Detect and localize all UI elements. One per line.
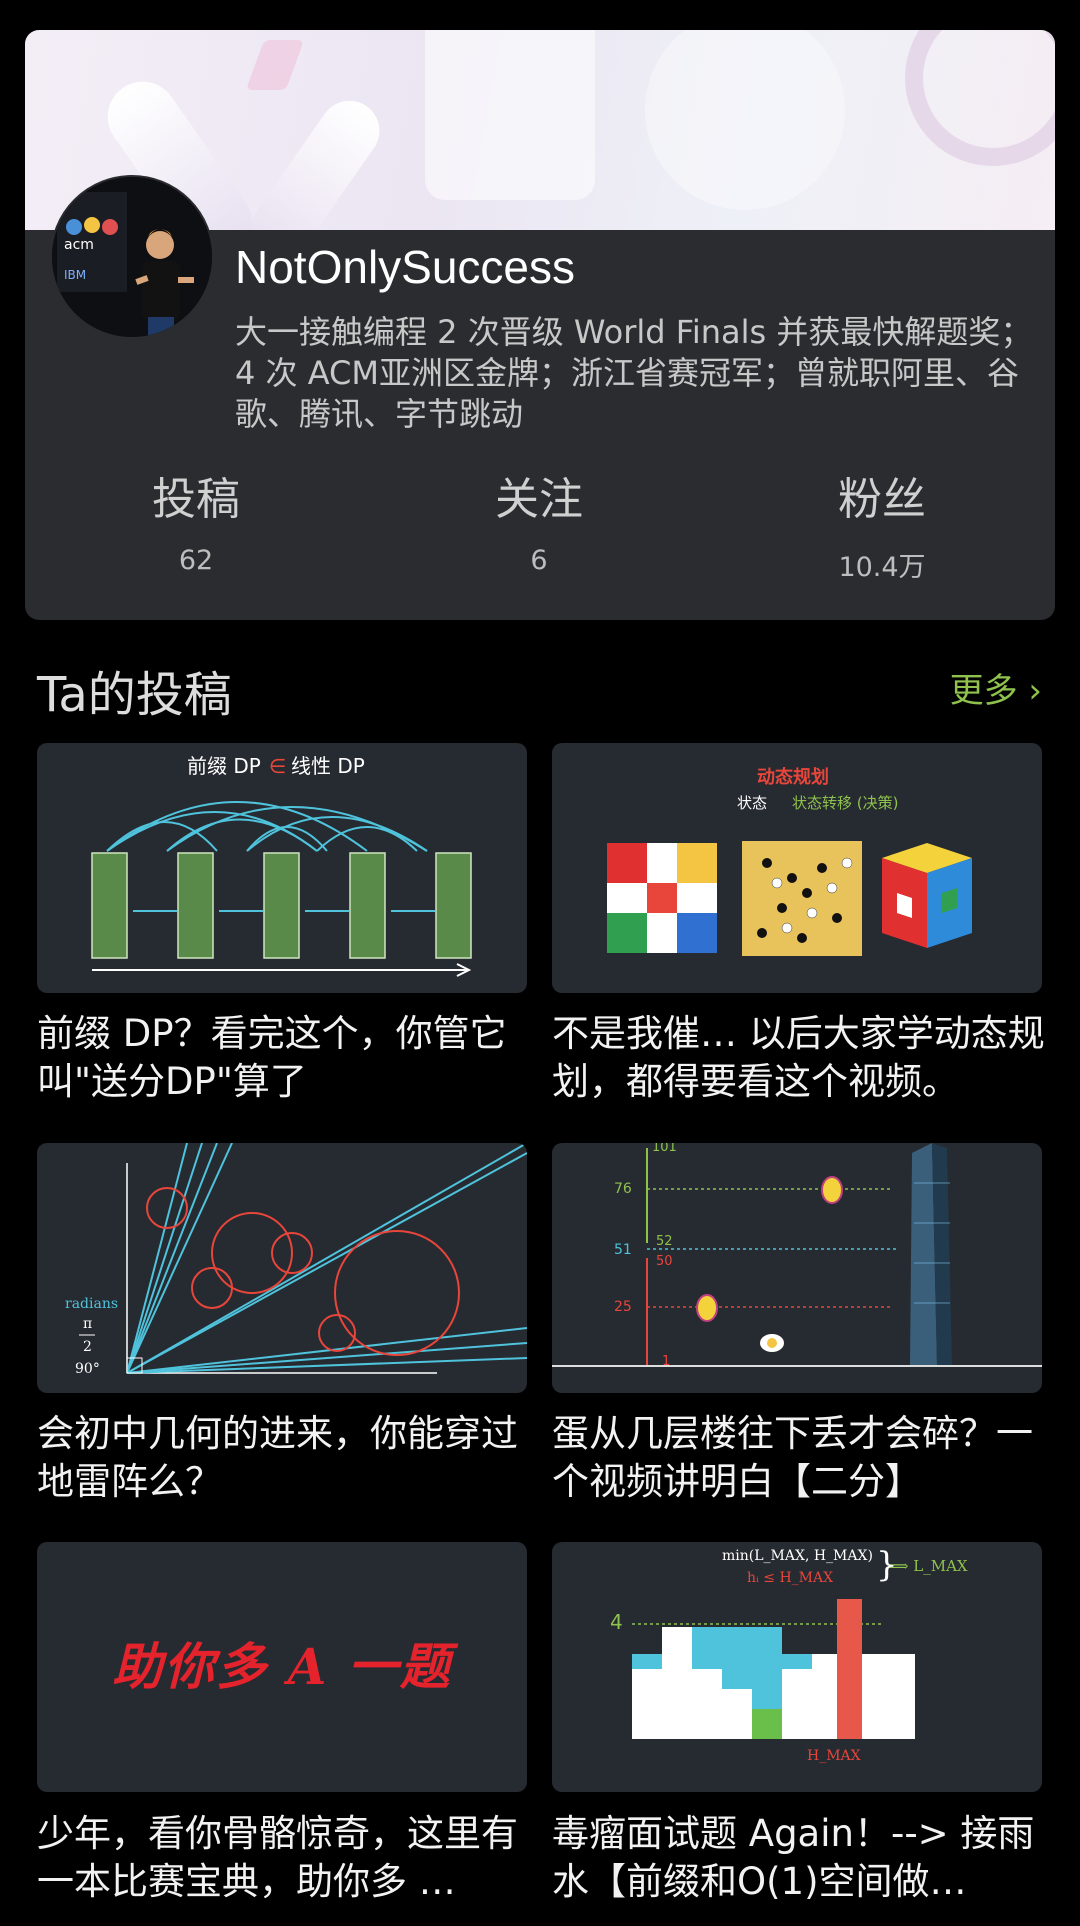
stat-following[interactable]: 关注 6 [439,463,639,576]
svg-text:50: 50 [656,1254,673,1269]
svg-text:状态转移 (决策): 状态转移 (决策) [792,794,898,812]
stat-posts-label: 投稿 [152,474,240,525]
stat-following-value: 6 [530,545,548,576]
stat-following-label: 关注 [495,474,583,525]
video-thumbnail[interactable]: min(L_MAX, H_MAX) hᵢ ≤ H_MAX ⟹ L_MAX } 4 [552,1542,1042,1792]
video-thumbnail[interactable]: 前缀 DP ∈ 线性 DP [37,743,527,993]
svg-text:2: 2 [83,1339,92,1355]
svg-text:radians: radians [65,1296,118,1312]
svg-text:∈: ∈ [269,754,286,778]
svg-text:acm: acm [64,237,94,253]
svg-text:IBM: IBM [64,268,86,282]
svg-text:90°: 90° [75,1361,100,1377]
svg-text:25: 25 [614,1299,632,1315]
svg-text:状态: 状态 [737,794,767,812]
svg-text:76: 76 [614,1181,632,1197]
thumbnail-text: 助你多 A 一题 [112,1637,452,1696]
video-title[interactable]: 前缀 DP？看完这个，你管它叫"送分DP"算了 [37,1010,537,1106]
video-title[interactable]: 毒瘤面试题 Again！--> 接雨水【前缀和O(1)空间做… [552,1810,1052,1906]
stat-followers[interactable]: 粉丝 10.4万 [782,463,982,584]
svg-text:π: π [83,1316,92,1332]
svg-text:101: 101 [652,1143,677,1155]
stat-posts[interactable]: 投稿 62 [96,463,296,576]
svg-text:⟹ L_MAX: ⟹ L_MAX [887,1557,968,1575]
video-title[interactable]: 蛋从几层楼往下丢才会碎？一个视频讲明白【二分】 [552,1410,1052,1506]
svg-text:前缀 DP: 前缀 DP [187,754,261,778]
svg-text:hᵢ ≤ H_MAX: hᵢ ≤ H_MAX [747,1570,833,1586]
video-thumbnail[interactable]: radians π 2 90° [37,1143,527,1393]
video-title[interactable]: 不是我催… 以后大家学动态规划，都得要看这个视频。 [552,1010,1052,1106]
stat-posts-value: 62 [178,545,214,576]
stat-followers-label: 粉丝 [838,474,926,525]
more-link[interactable]: 更多 › [950,663,1042,712]
username: NotOnlySuccess [235,241,576,293]
section-title: Ta的投稿 [37,667,232,723]
avatar[interactable]: acm IBM [50,175,214,339]
video-thumbnail[interactable]: 动态规划 状态 状态转移 (决策) [552,743,1042,993]
svg-text:动态规划: 动态规划 [757,766,829,788]
svg-text:线性 DP: 线性 DP [291,754,365,778]
svg-text:min(L_MAX, H_MAX): min(L_MAX, H_MAX) [722,1548,873,1564]
stat-followers-value: 10.4万 [838,552,926,583]
svg-text:51: 51 [614,1242,632,1258]
video-thumbnail[interactable]: 助你多 A 一题 [37,1542,527,1792]
video-title[interactable]: 少年，看你骨骼惊奇，这里有一本比赛宝典，助你多 … [37,1810,537,1906]
svg-text:}: } [876,1545,898,1585]
profile-bio: 大一接触编程 2 次晋级 World Finals 并获最快解题奖；4 次 AC… [235,313,1033,433]
svg-text:4: 4 [610,1610,623,1634]
svg-text:H_MAX: H_MAX [807,1748,861,1764]
video-thumbnail[interactable]: 101 76 52 51 50 25 1 [552,1143,1042,1393]
svg-text:52: 52 [656,1234,673,1249]
video-title[interactable]: 会初中几何的进来，你能穿过地雷阵么？ [37,1410,537,1506]
